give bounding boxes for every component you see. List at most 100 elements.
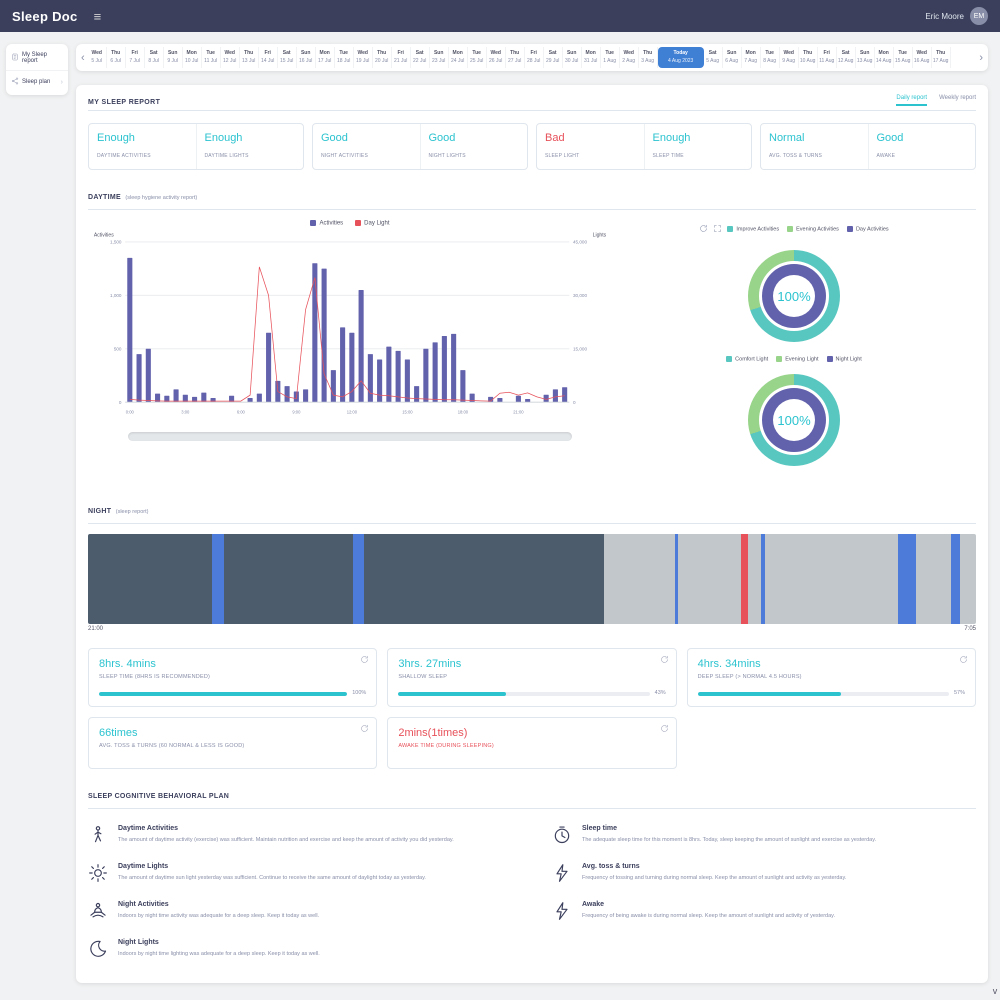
date-cell[interactable]: Sat15 Jul [278,47,297,68]
date-cell[interactable]: Sat5 Aug [704,47,723,68]
tab-weekly-report[interactable]: Weekly report [939,95,976,106]
date-cell[interactable]: Wed16 Aug [913,47,932,68]
date-cell[interactable]: Sat12 Aug [837,47,856,68]
refresh-icon[interactable] [660,655,669,664]
date-cell[interactable]: Wed26 Jul [487,47,506,68]
date-cell[interactable]: Mon31 Jul [582,47,601,68]
plan-item-title: Awake [582,901,835,908]
meditate-icon [88,901,108,921]
refresh-icon[interactable] [360,655,369,664]
donut-legend-item[interactable]: Day Activities [847,226,889,232]
chart-range-scrollbar[interactable] [128,432,572,441]
date-cell[interactable]: Thu17 Aug [932,47,951,68]
daytime-section-subtitle: (sleep hygiene activity report) [125,195,197,201]
date-cell[interactable]: Fri28 Jul [525,47,544,68]
date-cell[interactable]: Fri21 Jul [392,47,411,68]
hamburger-menu-icon[interactable]: ≡ [94,9,102,24]
date-cell[interactable]: Sun6 Aug [723,47,742,68]
date-cell[interactable]: Fri11 Aug [818,47,837,68]
night-segment-light [960,534,976,624]
date-strip-prev-arrow[interactable]: ‹ [78,52,88,64]
date-cell[interactable]: Sun9 Jul [164,47,183,68]
date-cell[interactable]: Thu3 Aug [639,47,658,68]
date-cell[interactable]: Wed2 Aug [620,47,639,68]
sidebar-item-sleep-plan[interactable]: Sleep plan› [6,70,68,93]
date-cell[interactable]: Mon7 Aug [742,47,761,68]
sidebar-item-my-sleep-report[interactable]: My Sleep report [6,46,68,70]
date-cell[interactable]: Mon10 Jul [183,47,202,68]
date-cell[interactable]: Wed9 Aug [780,47,799,68]
date-cell[interactable]: Thu10 Aug [799,47,818,68]
date-cell[interactable]: Sun16 Jul [297,47,316,68]
daytime-chart-svg: 0050015,0001,00030,0001,50045,000Activit… [92,229,608,424]
date-cell[interactable]: Mon24 Jul [449,47,468,68]
date-label: 21 Jul [392,58,410,66]
refresh-icon[interactable] [959,655,968,664]
date-cell[interactable]: Mon14 Aug [875,47,894,68]
date-label: 13 Aug [856,58,874,66]
date-label: 31 Jul [582,58,600,66]
refresh-icon[interactable] [660,724,669,733]
date-cell[interactable]: Wed12 Jul [221,47,240,68]
date-cell-selected[interactable]: Today4 Aug 2023 [658,47,704,68]
date-cell[interactable]: Fri14 Jul [259,47,278,68]
date-cell[interactable]: Tue15 Aug [894,47,913,68]
night-hypnogram [88,534,976,624]
donut-legend-item[interactable]: Evening Light [776,356,818,362]
plan-item-desc: Indoors by night time activity was adequ… [118,912,319,921]
chart-legend-item[interactable]: Day Light [355,220,389,227]
date-cell[interactable]: Thu6 Jul [107,47,126,68]
date-dow: Sun [297,50,315,58]
date-cell[interactable]: Sat29 Jul [544,47,563,68]
summary-label: NIGHT LIGHTS [429,153,520,159]
plan-item-desc: Frequency of being awake is during norma… [582,912,835,921]
date-cell[interactable]: Fri7 Jul [126,47,145,68]
date-cell[interactable]: Thu20 Jul [373,47,392,68]
date-cell[interactable]: Tue25 Jul [468,47,487,68]
date-dow: Thu [107,50,125,58]
stat-progress: 43% [398,690,665,696]
progress-percent: 57% [954,690,965,696]
date-cell[interactable]: Sat8 Jul [145,47,164,68]
donut-legend-item[interactable]: Comfort Light [726,356,768,362]
date-cell[interactable]: Tue11 Jul [202,47,221,68]
date-cell[interactable]: Wed5 Jul [88,47,107,68]
chart-legend-item[interactable]: Activities [310,220,343,227]
plan-item-text: Avg. toss & turnsFrequency of tossing an… [582,863,846,883]
stat-card: 3hrs. 27minsSHALLOW SLEEP43% [387,648,676,707]
legend-label: Day Activities [856,226,889,232]
date-cell[interactable]: Mon17 Jul [316,47,335,68]
plan-section-title: SLEEP COGNITIVE BEHAVIORAL PLAN [88,793,229,800]
donut-legend-item[interactable]: Night Light [827,356,862,362]
sidebar-item-label: My Sleep report [22,52,63,64]
date-cell[interactable]: Sun13 Aug [856,47,875,68]
night-segment-light [916,534,952,624]
donut-legend-item[interactable]: Improve Activities [727,226,779,232]
summary-value: Enough [205,132,296,144]
expand-icon[interactable] [713,220,722,238]
date-cell[interactable]: Thu27 Jul [506,47,525,68]
date-dow: Fri [126,50,144,58]
night-segment-alert [741,534,748,624]
date-cell[interactable]: Tue1 Aug [601,47,620,68]
date-cell[interactable]: Thu13 Jul [240,47,259,68]
stat-label: DEEP SLEEP (> NORMAL 4.5 HOURS) [698,674,965,680]
avatar[interactable]: EM [970,7,988,25]
refresh-icon[interactable] [699,220,708,238]
date-cell[interactable]: Sun23 Jul [430,47,449,68]
donut-legend: Comfort Light Evening Light Night Light [726,356,862,362]
refresh-icon[interactable] [360,724,369,733]
date-cell[interactable]: Tue18 Jul [335,47,354,68]
date-cell[interactable]: Sun30 Jul [563,47,582,68]
plan-section-header: SLEEP COGNITIVE BEHAVIORAL PLAN [88,779,976,809]
date-cell[interactable]: Sat22 Jul [411,47,430,68]
report-icon [11,53,19,63]
donut-legend-item[interactable]: Evening Activities [787,226,839,232]
scroll-down-arrow[interactable]: v [990,986,1000,1000]
tab-daily-report[interactable]: Daily report [896,95,927,106]
date-strip-next-arrow[interactable]: › [976,52,986,64]
date-dow: Tue [468,50,486,58]
summary-value: Good [877,132,968,144]
date-cell[interactable]: Wed19 Jul [354,47,373,68]
date-cell[interactable]: Tue8 Aug [761,47,780,68]
